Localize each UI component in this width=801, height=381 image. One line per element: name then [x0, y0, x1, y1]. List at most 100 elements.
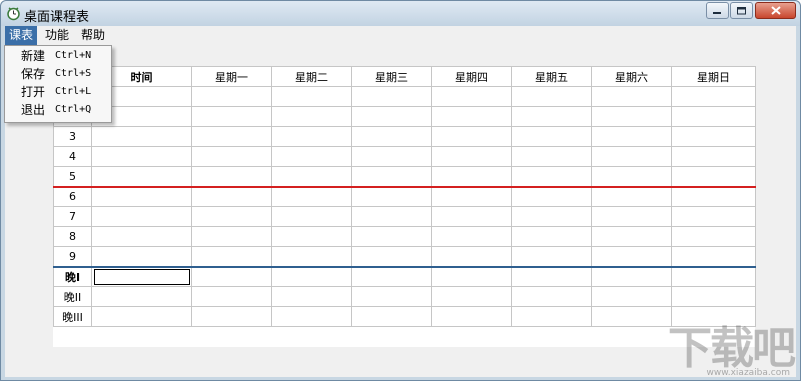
schedule-cell[interactable]	[511, 226, 592, 247]
schedule-cell[interactable]	[271, 86, 352, 107]
schedule-cell[interactable]	[591, 86, 672, 107]
schedule-cell[interactable]	[271, 246, 352, 267]
schedule-cell[interactable]	[591, 106, 672, 127]
schedule-cell[interactable]	[191, 286, 272, 307]
schedule-cell[interactable]	[191, 185, 272, 207]
schedule-cell[interactable]	[591, 265, 672, 287]
schedule-cell[interactable]	[671, 185, 756, 207]
schedule-cell[interactable]	[671, 106, 756, 127]
schedule-cell[interactable]	[191, 106, 272, 127]
schedule-cell[interactable]	[511, 306, 592, 327]
schedule-cell[interactable]	[271, 106, 352, 127]
schedule-cell[interactable]	[431, 206, 512, 227]
schedule-cell[interactable]	[431, 126, 512, 147]
schedule-cell[interactable]	[191, 265, 272, 287]
schedule-cell[interactable]	[591, 166, 672, 187]
schedule-cell[interactable]	[431, 226, 512, 247]
menu-schedule[interactable]: 课表	[5, 26, 38, 45]
schedule-cell[interactable]	[431, 265, 512, 287]
schedule-cell[interactable]	[191, 246, 272, 267]
schedule-cell[interactable]	[271, 126, 352, 147]
schedule-cell[interactable]	[431, 146, 512, 167]
schedule-cell[interactable]	[191, 226, 272, 247]
close-button[interactable]	[755, 2, 796, 19]
schedule-cell[interactable]	[591, 206, 672, 227]
schedule-cell[interactable]	[91, 246, 192, 267]
schedule-cell[interactable]	[351, 306, 432, 327]
schedule-cell[interactable]	[511, 185, 592, 207]
schedule-cell[interactable]	[351, 286, 432, 307]
schedule-cell[interactable]	[191, 206, 272, 227]
schedule-cell[interactable]	[271, 286, 352, 307]
menu-help[interactable]: 帮助	[77, 26, 109, 45]
schedule-cell[interactable]	[191, 126, 272, 147]
schedule-cell[interactable]	[271, 306, 352, 327]
maximize-button[interactable]	[730, 2, 753, 19]
schedule-cell[interactable]	[431, 185, 512, 207]
schedule-cell[interactable]	[91, 126, 192, 147]
schedule-cell[interactable]	[91, 265, 192, 287]
schedule-cell[interactable]	[91, 206, 192, 227]
schedule-cell[interactable]	[431, 246, 512, 267]
menu-item-exit[interactable]: 退出 Ctrl+Q	[5, 101, 111, 119]
schedule-cell[interactable]	[91, 286, 192, 307]
schedule-cell[interactable]	[351, 226, 432, 247]
schedule-cell[interactable]	[91, 185, 192, 207]
schedule-cell[interactable]	[511, 265, 592, 287]
schedule-cell[interactable]	[191, 306, 272, 327]
schedule-cell[interactable]	[191, 146, 272, 167]
schedule-cell[interactable]	[591, 306, 672, 327]
schedule-cell[interactable]	[671, 86, 756, 107]
schedule-cell[interactable]	[671, 146, 756, 167]
schedule-cell[interactable]	[671, 126, 756, 147]
schedule-cell[interactable]	[591, 286, 672, 307]
schedule-cell[interactable]	[671, 206, 756, 227]
schedule-cell[interactable]	[351, 246, 432, 267]
schedule-cell[interactable]	[431, 306, 512, 327]
schedule-cell[interactable]	[271, 206, 352, 227]
schedule-cell[interactable]	[271, 185, 352, 207]
schedule-cell[interactable]	[431, 166, 512, 187]
minimize-button[interactable]	[706, 2, 729, 19]
schedule-cell[interactable]	[351, 185, 432, 207]
schedule-cell[interactable]	[511, 206, 592, 227]
schedule-cell[interactable]	[351, 166, 432, 187]
schedule-cell[interactable]	[351, 146, 432, 167]
schedule-cell[interactable]	[91, 166, 192, 187]
schedule-cell[interactable]	[511, 166, 592, 187]
schedule-cell[interactable]	[511, 126, 592, 147]
menu-item-save[interactable]: 保存 Ctrl+S	[5, 65, 111, 83]
schedule-cell[interactable]	[191, 166, 272, 187]
title-bar[interactable]: 桌面课程表	[1, 1, 800, 26]
schedule-cell[interactable]	[591, 126, 672, 147]
schedule-cell[interactable]	[591, 246, 672, 267]
schedule-cell[interactable]	[351, 86, 432, 107]
schedule-cell[interactable]	[431, 286, 512, 307]
schedule-cell[interactable]	[671, 226, 756, 247]
schedule-cell[interactable]	[591, 226, 672, 247]
schedule-cell[interactable]	[271, 166, 352, 187]
schedule-cell[interactable]	[511, 246, 592, 267]
schedule-cell[interactable]	[351, 206, 432, 227]
menu-item-open[interactable]: 打开 Ctrl+L	[5, 83, 111, 101]
schedule-cell[interactable]	[351, 126, 432, 147]
schedule-cell[interactable]	[671, 286, 756, 307]
schedule-cell[interactable]	[91, 226, 192, 247]
schedule-cell[interactable]	[671, 246, 756, 267]
schedule-cell[interactable]	[91, 146, 192, 167]
menu-item-new[interactable]: 新建 Ctrl+N	[5, 47, 111, 65]
schedule-cell[interactable]	[511, 286, 592, 307]
schedule-cell[interactable]	[591, 146, 672, 167]
schedule-cell[interactable]	[191, 86, 272, 107]
schedule-cell[interactable]	[351, 106, 432, 127]
schedule-cell[interactable]	[351, 265, 432, 287]
schedule-cell[interactable]	[511, 146, 592, 167]
schedule-cell[interactable]	[271, 146, 352, 167]
menu-function[interactable]: 功能	[41, 26, 73, 45]
schedule-cell[interactable]	[511, 106, 592, 127]
schedule-cell[interactable]	[271, 226, 352, 247]
schedule-cell[interactable]	[431, 86, 512, 107]
schedule-cell[interactable]	[91, 306, 192, 327]
schedule-cell[interactable]	[671, 265, 756, 287]
schedule-cell[interactable]	[591, 185, 672, 207]
